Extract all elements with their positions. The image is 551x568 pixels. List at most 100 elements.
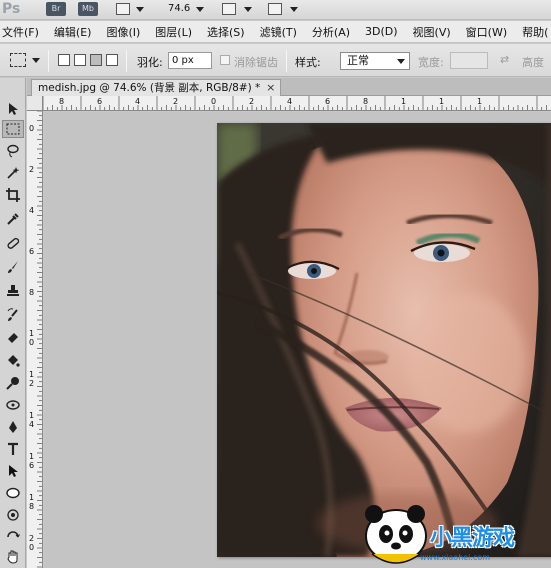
ruler-label: 2 <box>173 97 178 106</box>
crop-tool-icon[interactable] <box>2 186 24 204</box>
subtract-from-selection-button[interactable] <box>90 54 102 66</box>
ruler-label: 6 <box>29 247 34 256</box>
hand-tool-icon[interactable] <box>2 548 24 566</box>
pen-tool-icon[interactable] <box>2 418 24 436</box>
ruler-label: 1 <box>477 97 482 106</box>
eraser-tool-icon[interactable] <box>2 328 24 346</box>
zoom-level[interactable]: 74.6 <box>168 3 190 14</box>
application-bar: Ps Br Mb 74.6 <box>0 0 551 20</box>
horizontal-ruler-ticks: 8 6 4 2 0 2 4 6 8 1 1 1 <box>43 96 547 110</box>
ellipse-tool-icon[interactable] <box>2 484 24 502</box>
document-tab[interactable]: medish.jpg @ 74.6% (背景 副本, RGB/8#) * × <box>31 79 282 96</box>
ruler-label: 2 <box>29 379 34 388</box>
smudge-tool-icon[interactable] <box>2 396 24 414</box>
healing-brush-tool-icon[interactable] <box>2 234 24 252</box>
options-separator <box>286 50 287 72</box>
new-selection-button[interactable] <box>58 54 70 66</box>
options-separator <box>126 50 127 72</box>
path-selection-tool-icon[interactable] <box>2 462 24 480</box>
antialias-label: 消除锯齿 <box>234 56 278 69</box>
lasso-tool-icon[interactable] <box>2 142 24 160</box>
dodge-tool-icon[interactable] <box>2 374 24 392</box>
move-tool-icon[interactable] <box>2 100 24 118</box>
menu-window[interactable]: 窗口(W) <box>464 24 507 40</box>
ruler-label: 6 <box>29 461 34 470</box>
menu-help[interactable]: 帮助( <box>520 24 548 40</box>
feather-input[interactable]: 0 px <box>168 52 212 69</box>
ruler-label: 0 <box>29 124 34 133</box>
antialias-checkbox[interactable] <box>220 55 230 65</box>
ruler-label: 1 <box>29 493 34 502</box>
brush-tool-icon[interactable] <box>2 258 24 276</box>
eyedropper-tool-icon[interactable] <box>2 210 24 228</box>
tool-preset-marquee-icon[interactable] <box>10 53 26 67</box>
portrait-image <box>217 123 551 557</box>
arrange-documents-button[interactable] <box>222 3 236 15</box>
ruler-label: 0 <box>211 97 216 106</box>
ruler-label: 4 <box>29 420 34 429</box>
menu-filter[interactable]: 滤镜(T) <box>258 24 297 40</box>
tools-panel <box>0 78 26 568</box>
3d-orbit-tool-icon[interactable] <box>2 528 24 546</box>
screen-mode-button[interactable] <box>268 3 282 15</box>
ruler-label: 1 <box>29 411 34 420</box>
photoshop-window: Ps Br Mb 74.6 文件(F) 编辑(E) 图像(I) 图层(L) 选择… <box>0 0 551 568</box>
arrange-dropdown-icon[interactable] <box>244 7 252 12</box>
document-photo[interactable] <box>217 123 551 557</box>
history-brush-tool-icon[interactable] <box>2 306 24 324</box>
screen-mode-dropdown-icon[interactable] <box>290 7 298 12</box>
menu-file[interactable]: 文件(F) <box>0 24 39 40</box>
ps-logo: Ps <box>2 1 21 17</box>
bridge-button[interactable]: Br <box>46 2 66 16</box>
ruler-label: 2 <box>29 534 34 543</box>
menu-view[interactable]: 视图(V) <box>411 24 451 40</box>
feather-label: 羽化: <box>137 56 163 69</box>
ruler-label: 6 <box>325 97 330 106</box>
menu-analysis[interactable]: 分析(A) <box>310 24 350 40</box>
zoom-dropdown-icon[interactable] <box>196 7 204 12</box>
ruler-label: 1 <box>29 329 34 338</box>
close-icon[interactable]: × <box>266 80 275 96</box>
menu-image[interactable]: 图像(I) <box>104 24 140 40</box>
menu-bar: 文件(F) 编辑(E) 图像(I) 图层(L) 选择(S) 滤镜(T) 分析(A… <box>0 21 551 43</box>
style-label: 样式: <box>295 56 321 69</box>
ruler-label: 4 <box>135 97 140 106</box>
tool-preset-dropdown-icon[interactable] <box>32 58 40 63</box>
menu-select[interactable]: 选择(S) <box>205 24 245 40</box>
style-select[interactable]: 正常 <box>340 52 410 70</box>
menu-3d[interactable]: 3D(D) <box>363 25 398 38</box>
horizontal-ruler[interactable]: 8 6 4 2 0 2 4 6 8 1 1 1 <box>43 96 551 111</box>
menu-layer[interactable]: 图层(L) <box>153 24 192 40</box>
intersect-selection-button[interactable] <box>106 54 118 66</box>
ruler-label: 1 <box>29 370 34 379</box>
watermark-url: www.xiaohei.com <box>420 553 491 562</box>
menu-edit[interactable]: 编辑(E) <box>52 24 92 40</box>
rectangular-marquee-tool-icon[interactable] <box>2 120 24 138</box>
mini-bridge-button[interactable]: Mb <box>78 2 98 16</box>
vertical-ruler[interactable]: 02468101214161820 <box>27 111 43 568</box>
3d-rotate-tool-icon[interactable] <box>2 506 24 524</box>
add-to-selection-button[interactable] <box>74 54 86 66</box>
ruler-label: 8 <box>29 288 34 297</box>
ruler-label: 6 <box>97 97 102 106</box>
swap-width-height-icon[interactable]: ⇄ <box>500 53 509 66</box>
style-select-value: 正常 <box>347 54 369 67</box>
view-extras-button[interactable] <box>116 3 130 15</box>
width-label: 宽度: <box>418 56 444 69</box>
magic-wand-tool-icon[interactable] <box>2 164 24 182</box>
options-separator <box>48 50 49 72</box>
ruler-label: 0 <box>29 543 34 552</box>
chevron-down-icon <box>397 59 405 64</box>
ruler-label: 1 <box>401 97 406 106</box>
view-extras-dropdown-icon[interactable] <box>136 7 144 12</box>
height-label: 高度 <box>522 56 544 69</box>
clone-stamp-tool-icon[interactable] <box>2 282 24 300</box>
ruler-label: 4 <box>287 97 292 106</box>
type-tool-icon[interactable] <box>2 440 24 458</box>
vertical-ruler-ticks: 02468101214161820 <box>29 111 42 568</box>
document-tab-bar: medish.jpg @ 74.6% (背景 副本, RGB/8#) * × <box>27 78 551 96</box>
paint-bucket-tool-icon[interactable] <box>2 352 24 370</box>
width-input[interactable] <box>450 52 488 69</box>
ruler-origin[interactable] <box>27 96 43 111</box>
document-tab-title: medish.jpg @ 74.6% (背景 副本, RGB/8#) * <box>38 82 261 94</box>
